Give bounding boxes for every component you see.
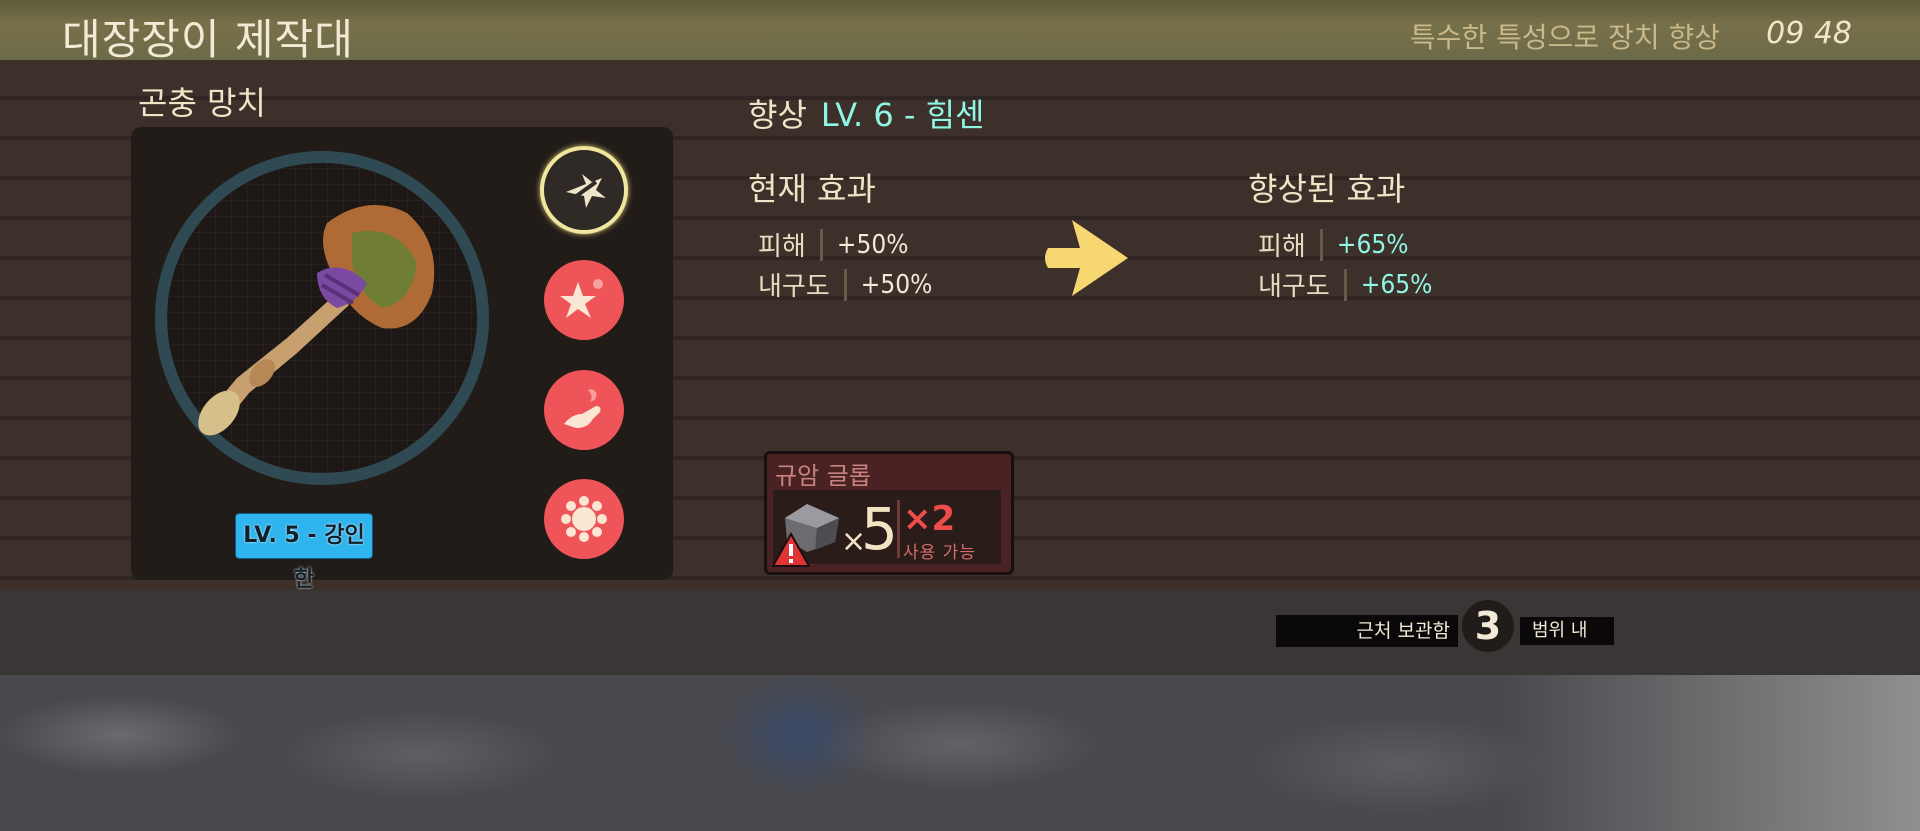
stat-divider [1319,228,1323,261]
improved-stat-damage: 피해 +65% [1258,226,1408,263]
current-stat-damage: 피해 +50% [758,226,908,263]
stat-divider [843,268,847,301]
weapon-card: LV. 5 - 강인한 [131,127,673,592]
header-hint: 특수한 특성으로 장치 향상 [1409,21,1720,54]
bug-hammer-icon [198,205,435,436]
stat-value: +50% [836,229,909,260]
weapon-preview [155,151,489,485]
page-title: 대장장이 제작대 [62,15,354,64]
modifier-button-burst[interactable] [544,479,624,559]
material-required-count: ×2 [903,499,956,539]
improved-effects-title: 향상된 효과 [1248,170,1406,208]
modifier-button-strike[interactable] [540,146,628,234]
upgrade-heading: 향상 LV. 6 - 힘센 [748,90,984,136]
material-card[interactable]: 규암 글롭 × 5 ×2 사용 가능 [764,451,1014,575]
arrow-right-icon [1045,220,1128,296]
strike-icon [566,174,606,208]
footer-bar [0,590,1920,675]
stat-name: 피해 [758,232,806,262]
stat-value: +65% [1360,269,1433,300]
hand-fire-icon [564,389,601,428]
world-background [0,675,1920,831]
current-stat-durability: 내구도 +50% [758,266,932,303]
material-status: 사용 가능 [903,543,976,563]
modifier-button-sparkle[interactable] [544,260,624,340]
warning-icon [771,532,811,567]
stat-name: 내구도 [758,272,830,302]
stat-value: +65% [1336,229,1409,260]
stat-divider [1343,268,1347,301]
range-label: 범위 내 [1520,617,1614,645]
nearby-storage-label: 근처 보관함 [1276,615,1458,647]
upgrade-level: LV. 6 - 힘센 [820,96,985,134]
level-badge: LV. 5 - 강인한 [235,513,373,592]
weapon-name: 곤충 망치 [138,84,266,122]
nearby-storage-count: 3 [1462,600,1514,652]
modifier-button-hand[interactable] [544,370,624,450]
material-divider [897,500,900,558]
improved-stat-durability: 내구도 +65% [1258,266,1432,303]
current-effects-title: 현재 효과 [748,170,876,208]
stat-name: 피해 [1258,232,1306,262]
stat-value: +50% [860,269,933,300]
material-owned-count: 5 [861,495,898,563]
clock: 09 48 [1766,16,1852,51]
stat-name: 내구도 [1258,272,1330,302]
sparkle-star-icon [560,279,603,318]
material-name: 규암 글롭 [775,462,871,490]
upgrade-prefix: 향상 [748,96,807,134]
burst-icon [561,496,607,542]
stat-divider [819,228,823,261]
